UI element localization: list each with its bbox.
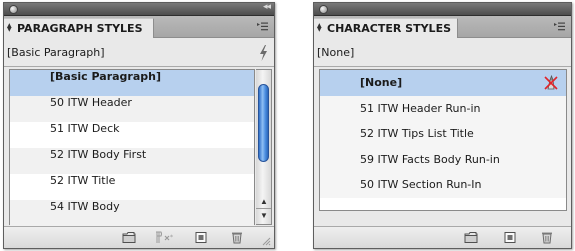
scroll-separator [256, 208, 271, 209]
panel-bottom-bar [314, 226, 571, 248]
character-styles-panel: ▲ ▼ CHARACTER STYLES [None] [None] 51 ITW … [313, 2, 572, 249]
panel-menu-icon[interactable] [554, 22, 565, 31]
style-list: [None] 51 ITW Header Run-in 52 ITW Tips … [319, 69, 567, 211]
list-item[interactable]: 52 ITW Body First [10, 148, 254, 174]
paragraph-styles-panel: ◂◂ ▲ ▼ PARAGRAPH STYLES [Basic Paragraph] … [3, 2, 275, 249]
list-item-label: [Basic Paragraph] [50, 70, 161, 83]
list-item-label: 52 ITW Title [50, 174, 116, 187]
new-style-icon[interactable] [194, 231, 208, 244]
list-item-label: 54 ITW Body [50, 200, 120, 213]
list-item-label: 50 ITW Header [50, 96, 132, 109]
clear-overrides-icon[interactable]: * [154, 231, 174, 244]
panel-tab-row: ▲ ▼ PARAGRAPH STYLES [4, 16, 274, 38]
panel-title-bar[interactable]: ◂◂ [4, 2, 274, 16]
tab-character-styles[interactable]: ▲ ▼ CHARACTER STYLES [314, 18, 458, 38]
collapse-panel-icon[interactable]: ◂◂ [263, 2, 271, 12]
folder-icon[interactable] [464, 231, 478, 244]
list-item-label: 59 ITW Facts Body Run-in [360, 152, 500, 166]
list-item-label: 51 ITW Deck [50, 122, 120, 135]
list-item[interactable]: 52 ITW Tips List Title [320, 121, 566, 147]
updown-arrows-icon: ▲ ▼ [317, 22, 322, 33]
current-style-label: [Basic Paragraph] [7, 46, 105, 59]
panel-tab-row: ▲ ▼ CHARACTER STYLES [314, 16, 571, 38]
trash-icon[interactable] [230, 231, 244, 244]
scroll-down-arrow-icon[interactable]: ▼ [258, 211, 270, 220]
folder-icon[interactable] [122, 231, 136, 244]
crossed-pen-icon [544, 75, 558, 90]
new-style-icon[interactable] [503, 231, 517, 244]
current-style-field: [None] [314, 39, 571, 67]
current-style-field: [Basic Paragraph] [4, 39, 274, 67]
list-item[interactable]: 59 ITW Facts Body Run-in [320, 146, 566, 172]
trash-icon[interactable] [540, 231, 554, 244]
close-icon[interactable] [319, 5, 328, 14]
lightning-icon[interactable] [259, 45, 268, 61]
list-item-label: 52 ITW Tips List Title [360, 127, 474, 140]
list-item[interactable]: 51 ITW Deck [10, 122, 254, 148]
tab-label: CHARACTER STYLES [327, 22, 452, 35]
vertical-scrollbar[interactable]: ▲ ▼ [256, 69, 272, 225]
updown-arrows-icon: ▲ ▼ [7, 22, 12, 33]
style-list: [Basic Paragraph] 50 ITW Header 51 ITW D… [9, 69, 255, 226]
scroll-thumb[interactable] [258, 84, 269, 162]
list-item[interactable]: 52 ITW Title [10, 174, 254, 200]
current-style-label: [None] [317, 46, 355, 59]
list-item[interactable]: 51 ITW Header Run-in [320, 95, 566, 121]
list-item[interactable]: 54 ITW Body [10, 200, 254, 226]
tab-label: PARAGRAPH STYLES [17, 22, 143, 35]
panel-bottom-bar: * [4, 226, 274, 248]
panel-title-bar[interactable] [314, 3, 571, 16]
list-item[interactable]: [None] [320, 70, 566, 96]
list-item-label: 52 ITW Body First [50, 148, 147, 161]
scroll-up-arrow-icon[interactable]: ▲ [258, 197, 270, 206]
svg-text:*: * [170, 234, 173, 241]
list-item-label: [None] [360, 76, 403, 89]
resize-grip-icon[interactable] [261, 236, 271, 246]
list-item[interactable]: 50 ITW Header [10, 96, 254, 122]
list-item-label: 50 ITW Section Run-In [360, 178, 482, 191]
list-item[interactable]: [Basic Paragraph] [10, 70, 254, 96]
tab-paragraph-styles[interactable]: ▲ ▼ PARAGRAPH STYLES [4, 18, 154, 38]
list-item-label: 51 ITW Header Run-in [360, 101, 481, 115]
list-item[interactable]: 50 ITW Section Run-In [320, 172, 566, 198]
panel-menu-icon[interactable] [257, 22, 268, 31]
close-icon[interactable] [9, 5, 18, 14]
